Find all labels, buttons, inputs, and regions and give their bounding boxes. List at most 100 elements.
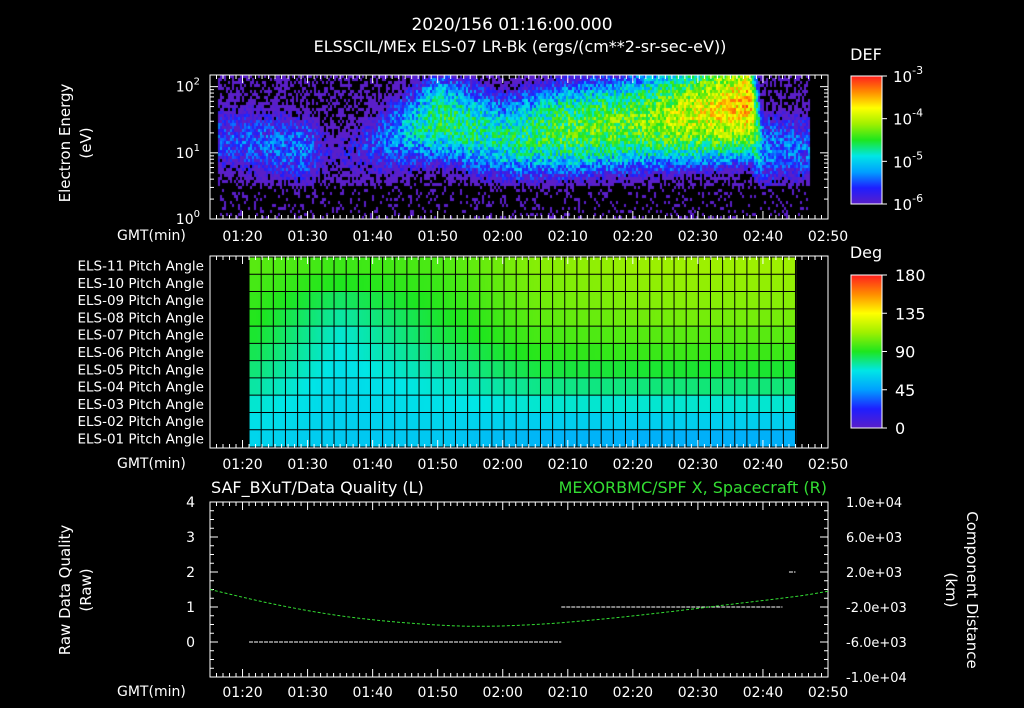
time-tick-label: 02:30 — [678, 229, 718, 245]
quality-time-axis-label: GMT(min) — [117, 684, 186, 700]
energy-ylabel-line2: (eV) — [77, 127, 95, 158]
pitch-time-axis-label: GMT(min) — [117, 456, 186, 472]
quality-tick-label: 2 — [186, 565, 195, 581]
pitch-row-label: ELS-01 Pitch Angle — [77, 431, 204, 447]
deg-colorbar-tick-label: 135 — [895, 304, 926, 323]
time-tick-label: 02:20 — [613, 229, 653, 245]
distance-tick-label: -6.0e+03 — [846, 636, 907, 651]
pitch-row-label: ELS-04 Pitch Angle — [77, 380, 204, 396]
time-tick-label: 02:40 — [743, 229, 783, 245]
pitch-row-label: ELS-02 Pitch Angle — [77, 414, 204, 430]
distance-tick-label: 1.0e+04 — [846, 496, 902, 511]
time-tick-label: 01:20 — [222, 685, 262, 701]
energy-tick-base: 10 — [176, 146, 194, 162]
time-tick-label: 02:30 — [678, 457, 718, 473]
time-tick-label: 01:50 — [418, 229, 458, 245]
def-colorbar-tick-label: 10-5 — [893, 149, 923, 171]
pitch-row-label: ELS-03 Pitch Angle — [77, 397, 204, 413]
def-tick-base: 10 — [893, 153, 912, 171]
def-colorbar-ticks: 10-310-410-510-6 — [882, 64, 923, 214]
quality-tick-label: 1 — [186, 600, 195, 616]
time-tick-label: 02:00 — [483, 457, 523, 473]
energy-tick-exp: 1 — [194, 143, 200, 154]
energy-tick-label: 100 — [176, 209, 200, 228]
deg-colorbar-label: Deg — [850, 243, 882, 262]
def-colorbar-tick-label: 10-4 — [893, 107, 923, 129]
pitch-angle-panel: ELS-11 Pitch AngleELS-10 Pitch AngleELS-… — [77, 243, 925, 473]
quality-plot-frame — [209, 501, 829, 678]
spf-x-distance-line — [209, 589, 829, 627]
quality-distance-panel: SAF_BXuT/Data Quality (L) MEXORBMC/SPF X… — [56, 478, 981, 701]
left-series-title: SAF_BXuT/Data Quality (L) — [211, 478, 424, 498]
deg-colorbar-tick-label: 180 — [895, 266, 926, 285]
distance-tick-label: -2.0e+03 — [846, 601, 907, 616]
distance-tick-label: -1.0e+04 — [846, 671, 907, 686]
spectrogram-title: ELSSCIL/MEx ELS-07 LR-Bk (ergs/(cm**2-sr… — [314, 37, 727, 56]
def-colorbar — [850, 75, 883, 205]
time-tick-label: 02:20 — [613, 685, 653, 701]
time-tick-label: 02:00 — [483, 229, 523, 245]
def-colorbar-label: DEF — [850, 45, 882, 64]
def-tick-exp: -5 — [912, 149, 923, 162]
energy-tick-label: 102 — [176, 77, 200, 96]
time-tick-label: 02:00 — [483, 685, 523, 701]
time-tick-label: 01:50 — [418, 685, 458, 701]
quality-tick-label: 4 — [186, 495, 195, 511]
right-series-title: MEXORBMC/SPF X, Spacecraft (R) — [559, 478, 827, 497]
deg-colorbar — [850, 274, 883, 429]
energy-spectrogram-heatmap — [210, 75, 828, 219]
pitch-row-label: ELS-05 Pitch Angle — [77, 362, 204, 378]
time-tick-label: 02:40 — [743, 685, 783, 701]
deg-colorbar-tick-label: 45 — [895, 381, 915, 400]
time-tick-label: 02:20 — [613, 457, 653, 473]
time-tick-label: 01:20 — [222, 457, 262, 473]
distance-right-axis: 1.0e+04 6.0e+03 2.0e+03 -2.0e+03 -6.0e+03 -1.… — [820, 496, 907, 686]
timestamp-title: 2020/156 01:16:00.000 — [411, 15, 612, 35]
def-tick-base: 10 — [893, 196, 912, 214]
def-tick-exp: -6 — [912, 192, 923, 205]
time-tick-label: 01:50 — [418, 457, 458, 473]
energy-tick-base: 10 — [176, 80, 194, 96]
time-tick-label: 02:10 — [548, 229, 588, 245]
time-tick-label: 01:30 — [287, 685, 327, 701]
pitch-row-label: ELS-07 Pitch Angle — [77, 328, 204, 344]
pitch-angle-heatmap — [210, 256, 828, 448]
energy-time-axis-label: GMT(min) — [117, 228, 186, 244]
time-tick-label: 02:40 — [743, 457, 783, 473]
distance-tick-label: 2.0e+03 — [846, 566, 902, 581]
def-tick-exp: -4 — [912, 107, 923, 120]
distance-tick-label: 6.0e+03 — [846, 531, 902, 546]
quality-ylabel-line2: (Raw) — [77, 568, 95, 611]
time-tick-label: 02:50 — [808, 229, 848, 245]
deg-colorbar-ticks: 180 135 90 45 0 — [882, 266, 926, 438]
time-tick-label: 02:10 — [548, 685, 588, 701]
quality-series — [209, 571, 829, 643]
time-tick-label: 01:40 — [352, 685, 392, 701]
time-tick-label: 02:50 — [808, 457, 848, 473]
quality-ylabel-line1: Raw Data Quality — [56, 525, 74, 656]
time-tick-label: 02:30 — [678, 685, 718, 701]
pitch-angle-row-labels: ELS-11 Pitch AngleELS-10 Pitch AngleELS-… — [77, 259, 204, 448]
quality-tick-label: 0 — [186, 635, 195, 651]
pitch-row-label: ELS-08 Pitch Angle — [77, 310, 204, 326]
time-tick-label: 02:10 — [548, 457, 588, 473]
energy-spectrogram-panel: 100101102 01:20 01:30 01:40 01:50 02:00 02:10… — [56, 45, 923, 245]
def-tick-base: 10 — [893, 111, 912, 129]
pitch-row-label: ELS-06 Pitch Angle — [77, 345, 204, 361]
pitch-row-label: ELS-10 Pitch Angle — [77, 276, 204, 292]
time-tick-label: 01:40 — [352, 457, 392, 473]
pitch-row-label: ELS-11 Pitch Angle — [77, 259, 204, 275]
time-tick-label: 01:40 — [352, 229, 392, 245]
energy-tick-base: 10 — [176, 212, 194, 228]
energy-tick-exp: 2 — [194, 77, 200, 88]
time-tick-label: 02:50 — [808, 685, 848, 701]
time-tick-label: 01:30 — [287, 457, 327, 473]
energy-tick-exp: 0 — [194, 209, 200, 220]
time-tick-label: 01:30 — [287, 229, 327, 245]
pitch-row-label: ELS-09 Pitch Angle — [77, 293, 204, 309]
deg-colorbar-tick-label: 0 — [895, 419, 905, 438]
distance-ylabel-line1: Component Distance — [963, 511, 981, 668]
quality-left-axis: 4 3 2 1 0 — [186, 495, 218, 678]
quality-tick-label: 3 — [186, 530, 195, 546]
def-tick-exp: -3 — [912, 64, 923, 77]
